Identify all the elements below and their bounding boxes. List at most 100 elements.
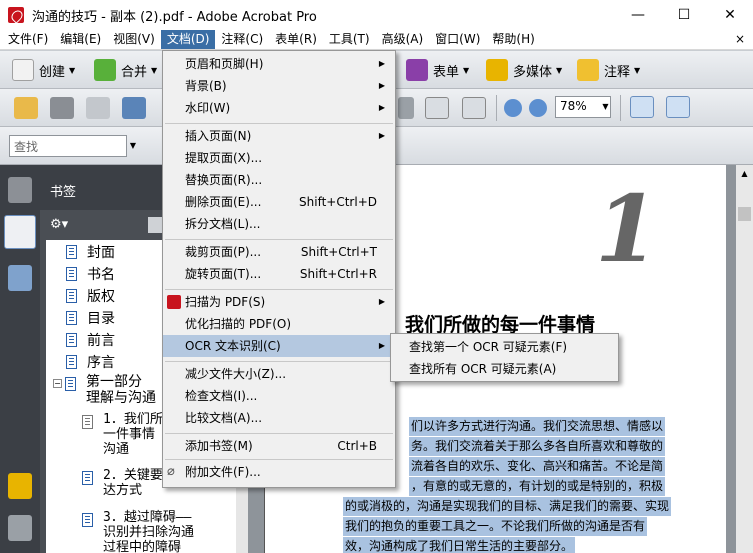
hand-tool-icon[interactable] [425, 97, 449, 119]
comments-icon[interactable] [8, 473, 32, 499]
menu-file[interactable]: 文件(F) [2, 30, 54, 49]
menu-separator [165, 433, 393, 434]
menu-find-all-ocr-suspects[interactable]: 查找所有 OCR 可疑元素(A) [391, 358, 618, 380]
menu-find-first-ocr-suspect[interactable]: 查找第一个 OCR 可疑元素(F) [391, 336, 618, 358]
fit-width-icon[interactable] [630, 96, 654, 118]
menu-replace-pages[interactable]: 替换页面(R)... [163, 169, 395, 191]
bookmark-icon [66, 333, 77, 347]
menu-insert-pages[interactable]: 插入页面(N) ▶ [163, 125, 395, 147]
list-item[interactable]: 3．越过障碍—— 识别并扫除沟通 过程中的障碍 [82, 510, 194, 553]
menu-help[interactable]: 帮助(H) [486, 30, 540, 49]
comment-button[interactable]: 注释 ▼ [577, 56, 640, 84]
signatures-icon[interactable] [8, 265, 32, 291]
menu-item-label: OCR 文本识别(C) [185, 339, 281, 353]
zoom-dropdown-icon[interactable]: ▼ [600, 96, 611, 118]
list-item[interactable]: 版权 [66, 286, 115, 308]
ocr-submenu: 查找第一个 OCR 可疑元素(F) 查找所有 OCR 可疑元素(A) [390, 333, 619, 382]
forms-label: 表单 [433, 64, 460, 80]
find-input[interactable]: 查找 [9, 135, 127, 157]
menu-examine-document[interactable]: 检查文档(I)... [163, 385, 395, 407]
separator [496, 95, 497, 121]
menu-shortcut: Ctrl+B [337, 439, 377, 453]
save-icon[interactable] [86, 97, 110, 119]
list-item[interactable]: 前言 [66, 330, 115, 352]
menu-rotate-pages[interactable]: 旋转页面(T)... Shift+Ctrl+R [163, 263, 395, 285]
menu-separator [165, 459, 393, 460]
forms-button[interactable]: 表单 ▼ [406, 56, 469, 84]
collapse-icon[interactable]: − [53, 379, 62, 388]
menu-attach-file[interactable]: ⌀ 附加文件(F)... [163, 461, 395, 483]
bookmark-label: 沟通 [103, 442, 130, 457]
menu-split-document[interactable]: 拆分文档(L)... [163, 213, 395, 235]
menu-add-bookmark[interactable]: 添加书签(M) Ctrl+B [163, 435, 395, 457]
menu-item-label: 插入页面(N) [185, 129, 252, 143]
list-item[interactable]: 封面 [66, 242, 115, 264]
multimedia-icon [486, 59, 508, 81]
email-icon[interactable] [122, 97, 146, 119]
menu-scan-to-pdf[interactable]: 扫描为 PDF(S) ▶ [163, 291, 395, 313]
menu-item-label: 页眉和页脚(H) [185, 57, 264, 71]
bookmark-label: 前言 [87, 333, 115, 349]
menu-tools[interactable]: 工具(T) [323, 30, 376, 49]
menu-ocr-text-recognition[interactable]: OCR 文本识别(C) ▶ [163, 335, 395, 357]
menu-forms[interactable]: 表单(R) [269, 30, 323, 49]
fit-page-icon[interactable] [666, 96, 690, 118]
bookmark-label: 一件事情 [103, 427, 156, 442]
menu-compare-documents[interactable]: 比较文档(A)... [163, 407, 395, 429]
find-dropdown-icon[interactable]: ▼ [127, 135, 139, 157]
select-cursor-icon[interactable] [398, 97, 414, 119]
bookmark-label: 封面 [87, 245, 115, 261]
bookmark-label: 1．我们所 [103, 412, 163, 427]
print-icon[interactable] [50, 97, 74, 119]
maximize-button[interactable]: ☐ [661, 0, 707, 30]
list-item[interactable]: 2．关键要 达方式 [82, 468, 163, 502]
attachments-icon[interactable] [8, 515, 32, 541]
bookmark-label: 版权 [87, 289, 115, 305]
open-folder-icon[interactable] [14, 97, 38, 119]
bookmark-icon [66, 289, 77, 303]
list-item[interactable]: 序言 [66, 352, 115, 374]
pages-icon[interactable] [8, 177, 32, 203]
list-item[interactable]: − 第一部分 理解与沟通 [53, 374, 156, 408]
close-button[interactable]: ✕ [707, 0, 753, 30]
menu-shortcut: Shift+Ctrl+R [299, 267, 377, 281]
bookmarks-icon[interactable] [4, 215, 36, 249]
menu-crop-pages[interactable]: 裁剪页面(P)... Shift+Ctrl+T [163, 241, 395, 263]
menu-item-label: 检查文档(I)... [185, 389, 258, 403]
zoom-in-icon[interactable] [529, 99, 547, 117]
comment-label: 注释 [604, 64, 631, 80]
bookmark-label: 目录 [87, 311, 115, 327]
menu-header-footer[interactable]: 页眉和页脚(H) ▶ [163, 53, 395, 75]
menu-extract-pages[interactable]: 提取页面(X)... [163, 147, 395, 169]
gear-icon[interactable]: ⚙▾ [50, 217, 72, 233]
list-item[interactable]: 书名 [66, 264, 115, 286]
scroll-thumb[interactable] [738, 207, 751, 221]
menu-optimize-scanned[interactable]: 优化扫描的 PDF(O) [163, 313, 395, 335]
combine-button[interactable]: 合并 ▼ [94, 56, 157, 84]
menu-item-label: 替换页面(R)... [185, 173, 263, 187]
document-scrollbar[interactable]: ▲ [736, 165, 753, 553]
menu-edit[interactable]: 编辑(E) [54, 30, 107, 49]
menu-delete-pages[interactable]: 删除页面(E)... Shift+Ctrl+D [163, 191, 395, 213]
menu-window[interactable]: 窗口(W) [429, 30, 486, 49]
menu-document[interactable]: 文档(D) [160, 30, 216, 49]
menu-background[interactable]: 背景(B) ▶ [163, 75, 395, 97]
menu-item-label: 优化扫描的 PDF(O) [185, 317, 292, 331]
menu-comments[interactable]: 注释(C) [215, 30, 269, 49]
document-close-button[interactable]: × [735, 32, 745, 46]
zoom-out-icon[interactable] [504, 99, 522, 117]
menu-reduce-file-size[interactable]: 减少文件大小(Z)... [163, 363, 395, 385]
zoom-tool-icon[interactable] [462, 97, 486, 119]
list-item[interactable]: 1．我们所 一件事情 沟通 [82, 412, 163, 460]
multimedia-button[interactable]: 多媒体 ▼ [486, 56, 562, 84]
menu-advanced[interactable]: 高级(A) [376, 30, 430, 49]
delete-bookmark-icon[interactable] [148, 217, 162, 233]
create-button[interactable]: 创建 ▼ [12, 56, 75, 84]
menu-view[interactable]: 视图(V) [107, 30, 161, 49]
minimize-button[interactable]: — [615, 0, 661, 30]
menu-watermark[interactable]: 水印(W) ▶ [163, 97, 395, 119]
list-item[interactable]: 目录 [66, 308, 115, 330]
selected-text-line: 我们的抱负的重要工具之一。不论我们所做的沟通是否有 [343, 517, 648, 536]
submenu-arrow-icon: ▶ [378, 59, 385, 68]
scroll-up-icon[interactable]: ▲ [736, 165, 753, 182]
